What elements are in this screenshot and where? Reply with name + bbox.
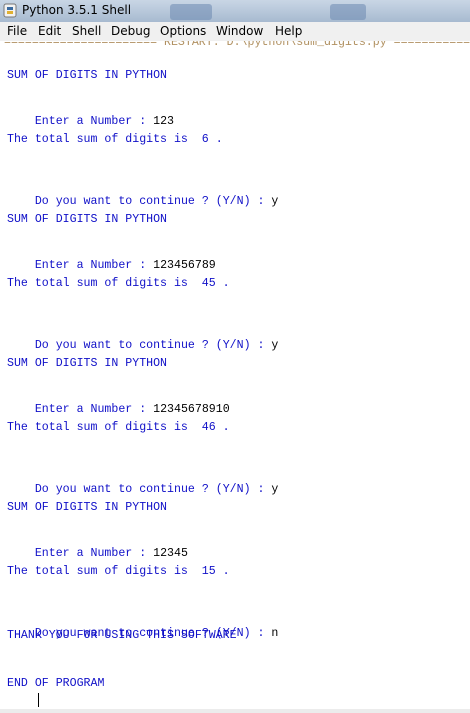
continue-answer: y bbox=[271, 483, 279, 496]
title-bar: Python 3.5.1 Shell bbox=[0, 0, 470, 23]
result-line: The total sum of digits is 46 . bbox=[7, 421, 230, 434]
continue-prompt-line: Do you want to continue ? (Y/N) : y bbox=[7, 325, 279, 352]
menu-window[interactable]: Window bbox=[216, 24, 263, 38]
window-title: Python 3.5.1 Shell bbox=[22, 3, 132, 17]
thank-you-message: THANK YOU FOR USING THIS SOFTWARE bbox=[7, 629, 237, 642]
number-prompt-line: Enter a Number : 123 bbox=[7, 101, 174, 128]
program-heading: SUM OF DIGITS IN PYTHON bbox=[7, 213, 168, 226]
number-prompt-line: Enter a Number : 12345678910 bbox=[7, 389, 230, 416]
menu-help[interactable]: Help bbox=[275, 24, 302, 38]
number-prompt: Enter a Number : bbox=[34, 547, 154, 560]
end-message: END OF PROGRAM bbox=[7, 677, 105, 690]
continue-prompt-line: Do you want to continue ? (Y/N) : y bbox=[7, 181, 279, 208]
number-prompt-line: Enter a Number : 12345 bbox=[7, 533, 188, 560]
background-window-blur bbox=[170, 4, 212, 20]
menu-shell[interactable]: Shell bbox=[72, 24, 101, 38]
number-input: 123456789 bbox=[153, 259, 216, 272]
continue-answer: y bbox=[271, 195, 279, 208]
number-prompt: Enter a Number : bbox=[34, 259, 154, 272]
number-input: 12345678910 bbox=[153, 403, 230, 416]
result-line: The total sum of digits is 45 . bbox=[7, 277, 230, 290]
continue-prompt: Do you want to continue ? (Y/N) : bbox=[34, 339, 272, 352]
continue-answer: y bbox=[271, 339, 279, 352]
number-input: 12345 bbox=[153, 547, 188, 560]
text-cursor bbox=[38, 693, 39, 707]
continue-answer: n bbox=[271, 627, 279, 640]
restart-banner: ====================== RESTART: D:\pytho… bbox=[4, 41, 470, 49]
menu-bar: File Edit Shell Debug Options Window Hel… bbox=[0, 22, 470, 42]
result-line: The total sum of digits is 6 . bbox=[7, 133, 223, 146]
continue-prompt: Do you want to continue ? (Y/N) : bbox=[34, 483, 272, 496]
continue-prompt-line: Do you want to continue ? (Y/N) : n bbox=[7, 613, 279, 640]
menu-options[interactable]: Options bbox=[160, 24, 206, 38]
result-line: The total sum of digits is 15 . bbox=[7, 565, 230, 578]
menu-edit[interactable]: Edit bbox=[38, 24, 61, 38]
number-prompt: Enter a Number : bbox=[34, 403, 154, 416]
continue-prompt-line: Do you want to continue ? (Y/N) : y bbox=[7, 469, 279, 496]
menu-debug[interactable]: Debug bbox=[111, 24, 150, 38]
number-prompt: Enter a Number : bbox=[34, 115, 154, 128]
python-icon bbox=[3, 3, 17, 18]
number-input: 123 bbox=[153, 115, 174, 128]
program-heading: SUM OF DIGITS IN PYTHON bbox=[7, 501, 168, 514]
number-prompt-line: Enter a Number : 123456789 bbox=[7, 245, 216, 272]
shell-output-area[interactable]: ====================== RESTART: D:\pytho… bbox=[0, 41, 470, 713]
window-bottom-edge bbox=[0, 709, 470, 713]
program-heading: SUM OF DIGITS IN PYTHON bbox=[7, 69, 168, 82]
menu-file[interactable]: File bbox=[7, 24, 27, 38]
program-heading: SUM OF DIGITS IN PYTHON bbox=[7, 357, 168, 370]
repl-prompt-line[interactable]: >>> bbox=[7, 693, 63, 713]
background-window-blur bbox=[330, 4, 366, 20]
continue-prompt: Do you want to continue ? (Y/N) : bbox=[34, 195, 272, 208]
